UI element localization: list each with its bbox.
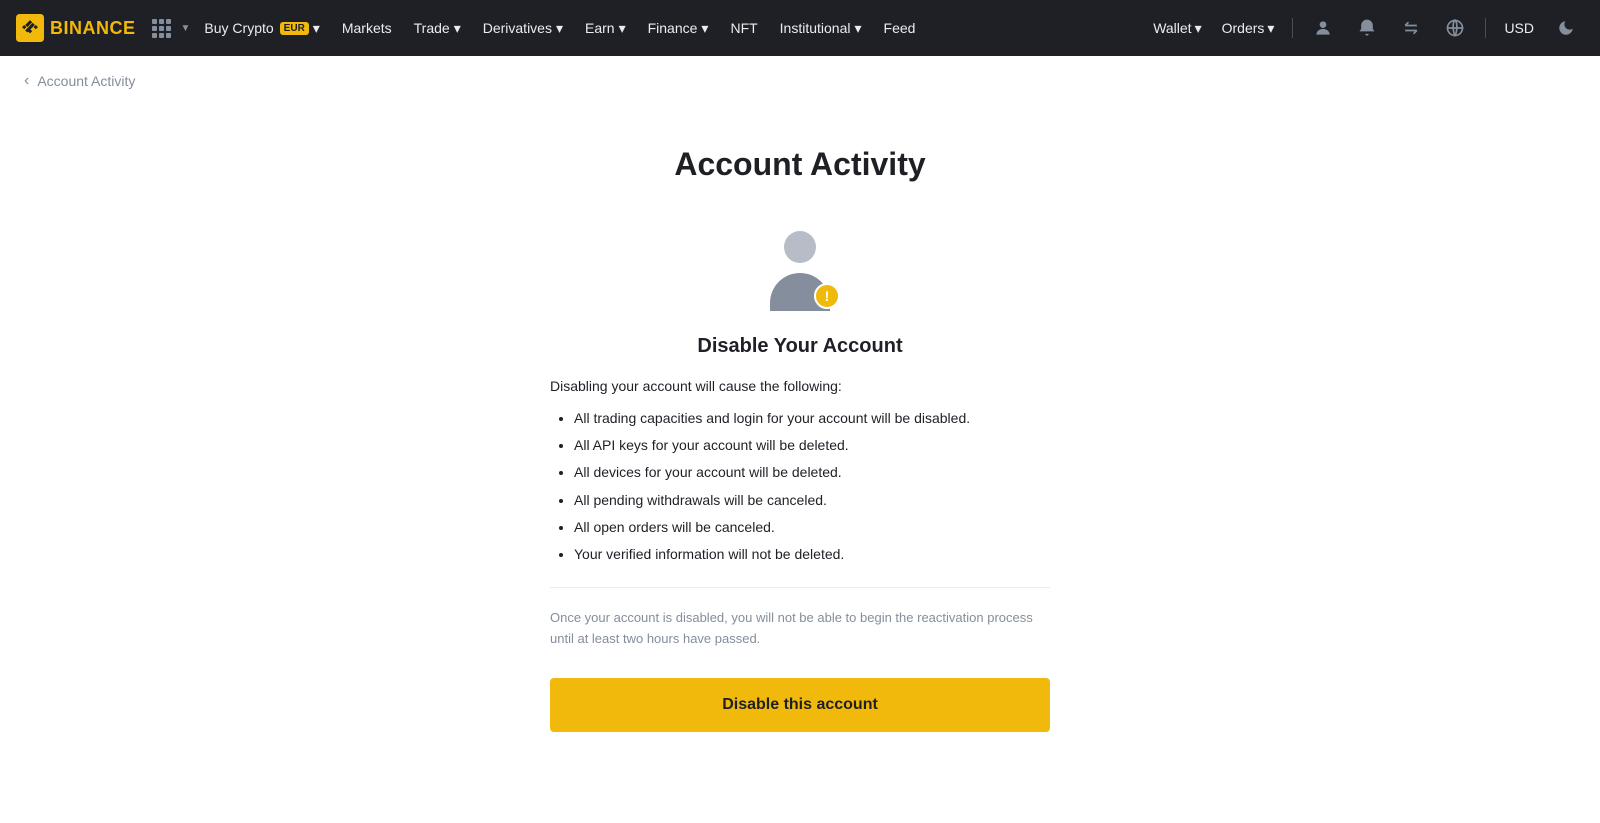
nav-derivatives-label: Derivatives: [483, 20, 552, 36]
nav-buy-crypto-label: Buy Crypto: [204, 20, 273, 36]
nav-feed-label: Feed: [884, 20, 916, 36]
nav-institutional-chevron: ▾: [855, 20, 862, 37]
user-head-icon: [784, 231, 816, 263]
nav-earn-label: Earn: [585, 20, 615, 36]
nav-derivatives[interactable]: Derivatives ▾: [473, 0, 573, 56]
nav-markets[interactable]: Markets: [332, 0, 402, 56]
nav-nft[interactable]: NFT: [720, 0, 767, 56]
warning-badge-icon: !: [814, 283, 840, 309]
list-item: All devices for your account will be del…: [574, 460, 1050, 485]
nav-finance[interactable]: Finance ▾: [638, 0, 719, 56]
theme-toggle-button[interactable]: [1548, 0, 1584, 56]
breadcrumb-bar: ‹ Account Activity: [0, 56, 1600, 106]
nav-orders-label: Orders: [1222, 20, 1265, 36]
nav-feed[interactable]: Feed: [874, 0, 926, 56]
breadcrumb-text: Account Activity: [37, 73, 135, 89]
nav-wallet-chevron: ▾: [1195, 20, 1202, 37]
nav-earn[interactable]: Earn ▾: [575, 0, 636, 56]
list-item: All API keys for your account will be de…: [574, 433, 1050, 458]
nav-divider-2: [1485, 18, 1486, 38]
nav-earn-chevron: ▾: [619, 20, 626, 37]
list-item: All open orders will be canceled.: [574, 515, 1050, 540]
apps-chevron-button[interactable]: ▼: [179, 21, 191, 36]
nav-derivatives-chevron: ▾: [556, 20, 563, 37]
nav-orders-chevron: ▾: [1267, 20, 1274, 37]
notifications-icon-button[interactable]: [1349, 0, 1385, 56]
apps-grid-button[interactable]: [148, 15, 175, 42]
globe-icon-button[interactable]: [1437, 0, 1473, 56]
nav-finance-label: Finance: [648, 20, 698, 36]
nav-trade[interactable]: Trade ▾: [404, 0, 471, 56]
transfer-icon-button[interactable]: [1393, 0, 1429, 56]
nav-trade-chevron: ▾: [454, 20, 461, 37]
nav-orders[interactable]: Orders ▾: [1216, 0, 1281, 56]
disable-account-card: Disable Your Account Disabling your acco…: [550, 335, 1050, 732]
profile-icon-button[interactable]: [1305, 0, 1341, 56]
account-warning-icon: !: [760, 231, 840, 311]
back-arrow-icon: ‹: [24, 72, 29, 90]
nav-buy-crypto[interactable]: Buy Crypto EUR ▾: [194, 0, 329, 56]
page-title: Account Activity: [674, 146, 925, 183]
logo[interactable]: BINANCE: [16, 14, 136, 42]
nav-buy-crypto-chevron: ▾: [313, 20, 320, 37]
nav-items: Buy Crypto EUR ▾ Markets Trade ▾ Derivat…: [194, 0, 1143, 56]
nav-currency-label: USD: [1504, 20, 1534, 36]
logo-text: BINANCE: [50, 18, 136, 39]
nav-institutional[interactable]: Institutional ▾: [770, 0, 872, 56]
nav-institutional-label: Institutional: [780, 20, 851, 36]
nav-nft-label: NFT: [730, 20, 757, 36]
list-item: All pending withdrawals will be canceled…: [574, 488, 1050, 513]
breadcrumb-back-button[interactable]: ‹: [24, 72, 29, 90]
card-note-text: Once your account is disabled, you will …: [550, 608, 1050, 650]
grid-icon: [152, 19, 171, 38]
nav-buy-crypto-badge: EUR: [280, 22, 309, 35]
list-item: All trading capacities and login for you…: [574, 406, 1050, 431]
main-content: Account Activity ! Disable Your Account …: [0, 106, 1600, 792]
nav-markets-label: Markets: [342, 20, 392, 36]
card-divider: [550, 587, 1050, 588]
nav-trade-label: Trade: [414, 20, 450, 36]
consequences-list: All trading capacities and login for you…: [550, 406, 1050, 567]
nav-divider-1: [1292, 18, 1293, 38]
nav-currency[interactable]: USD: [1498, 0, 1540, 56]
list-item: Your verified information will not be de…: [574, 542, 1050, 567]
nav-finance-chevron: ▾: [701, 20, 708, 37]
nav-right: Wallet ▾ Orders ▾: [1147, 0, 1584, 56]
navbar: BINANCE ▼ Buy Crypto EUR ▾ Markets Trade…: [0, 0, 1600, 56]
card-heading: Disable Your Account: [550, 335, 1050, 358]
disable-account-button[interactable]: Disable this account: [550, 678, 1050, 732]
nav-wallet[interactable]: Wallet ▾: [1147, 0, 1207, 56]
nav-wallet-label: Wallet: [1153, 20, 1191, 36]
card-intro-text: Disabling your account will cause the fo…: [550, 378, 1050, 394]
